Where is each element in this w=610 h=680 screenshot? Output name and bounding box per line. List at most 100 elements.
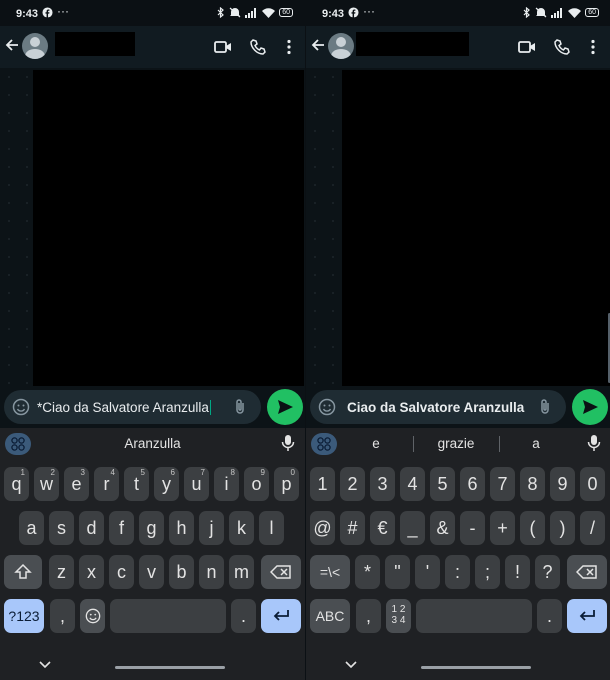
key[interactable]: z (49, 555, 74, 589)
home-indicator[interactable] (115, 666, 225, 669)
key[interactable]: / (580, 511, 605, 545)
key[interactable]: * (355, 555, 380, 589)
key[interactable]: ! (505, 555, 530, 589)
key[interactable]: € (370, 511, 395, 545)
key[interactable]: w2 (34, 467, 59, 501)
abc-key[interactable]: ABC (310, 599, 350, 633)
key[interactable]: f (109, 511, 134, 545)
hide-keyboard-chevron-icon[interactable] (38, 660, 52, 670)
key[interactable]: i8 (214, 467, 239, 501)
period-key[interactable]: . (231, 599, 256, 633)
key[interactable]: " (385, 555, 410, 589)
key[interactable]: 7 (490, 467, 515, 501)
backspace-key[interactable] (261, 555, 301, 589)
more-symbols-key[interactable]: =\< (310, 555, 350, 589)
key[interactable]: - (460, 511, 485, 545)
suggestion-word[interactable]: a (516, 436, 556, 451)
key[interactable]: m (229, 555, 254, 589)
key[interactable]: q1 (4, 467, 29, 501)
key[interactable]: ) (550, 511, 575, 545)
key[interactable]: ' (415, 555, 440, 589)
keyboard-apps-button[interactable] (5, 433, 31, 455)
key[interactable]: # (340, 511, 365, 545)
contact-avatar[interactable] (22, 33, 48, 59)
video-call-icon[interactable] (214, 38, 232, 56)
attachment-clip-icon[interactable] (536, 398, 554, 416)
key[interactable]: 3 (370, 467, 395, 501)
suggestion-word[interactable]: grazie (421, 436, 491, 451)
emoji-key[interactable] (80, 599, 105, 633)
space-bar[interactable] (416, 599, 532, 633)
key[interactable]: + (490, 511, 515, 545)
key[interactable]: : (445, 555, 470, 589)
key[interactable]: 2 (340, 467, 365, 501)
key[interactable]: ( (520, 511, 545, 545)
key[interactable]: v (139, 555, 164, 589)
key[interactable]: g (139, 511, 164, 545)
menu-kebab-icon[interactable] (584, 38, 602, 56)
key[interactable]: t5 (124, 467, 149, 501)
shift-key[interactable] (4, 555, 42, 589)
key[interactable]: a (19, 511, 44, 545)
contact-name-redacted[interactable] (356, 32, 469, 56)
key[interactable]: @ (310, 511, 335, 545)
emoji-icon[interactable] (12, 398, 30, 416)
microphone-icon[interactable] (280, 434, 296, 452)
key[interactable]: x (79, 555, 104, 589)
key[interactable]: p0 (274, 467, 299, 501)
voice-call-icon[interactable] (553, 38, 571, 56)
microphone-icon[interactable] (586, 434, 602, 452)
key[interactable]: d (79, 511, 104, 545)
key[interactable]: 5 (430, 467, 455, 501)
key[interactable]: j (199, 511, 224, 545)
key[interactable]: l (259, 511, 284, 545)
key[interactable]: 6 (460, 467, 485, 501)
emoji-icon[interactable] (318, 398, 336, 416)
attachment-clip-icon[interactable] (231, 398, 249, 416)
redacted-media-message[interactable] (342, 70, 610, 386)
key[interactable]: h (169, 511, 194, 545)
key[interactable]: e3 (64, 467, 89, 501)
contact-name-redacted[interactable] (55, 32, 135, 56)
key[interactable]: 4 (400, 467, 425, 501)
numpad-key[interactable]: 1 2 3 4 (386, 599, 411, 633)
key[interactable]: ; (475, 555, 500, 589)
key[interactable]: 1 (310, 467, 335, 501)
key[interactable]: 8 (520, 467, 545, 501)
key[interactable]: k (229, 511, 254, 545)
comma-key[interactable]: , (356, 599, 381, 633)
space-bar[interactable] (110, 599, 226, 633)
keyboard-apps-button[interactable] (311, 433, 337, 455)
key[interactable]: b (169, 555, 194, 589)
menu-kebab-icon[interactable] (280, 38, 298, 56)
suggestion-word[interactable]: Aranzulla (110, 436, 195, 451)
hide-keyboard-chevron-icon[interactable] (344, 660, 358, 670)
key[interactable]: r4 (94, 467, 119, 501)
key[interactable]: c (109, 555, 134, 589)
key[interactable]: y6 (154, 467, 179, 501)
key[interactable]: _ (400, 511, 425, 545)
period-key[interactable]: . (537, 599, 562, 633)
suggestion-word[interactable]: e (356, 436, 396, 451)
enter-key[interactable] (261, 599, 301, 633)
video-call-icon[interactable] (518, 38, 536, 56)
key[interactable]: 0 (580, 467, 605, 501)
key[interactable]: u7 (184, 467, 209, 501)
message-input[interactable]: *Ciao da Salvatore Aranzulla (4, 390, 261, 424)
contact-avatar[interactable] (328, 33, 354, 59)
home-indicator[interactable] (421, 666, 531, 669)
redacted-media-message[interactable] (33, 70, 304, 386)
send-button[interactable] (267, 389, 303, 425)
back-arrow-icon[interactable] (4, 37, 20, 53)
backspace-key[interactable] (567, 555, 607, 589)
message-input[interactable]: Ciao da Salvatore Aranzulla (310, 390, 566, 424)
symbols-key[interactable]: ?123 (4, 599, 44, 633)
comma-key[interactable]: , (50, 599, 75, 633)
key[interactable]: & (430, 511, 455, 545)
enter-key[interactable] (567, 599, 607, 633)
key[interactable]: s (49, 511, 74, 545)
key[interactable]: ? (535, 555, 560, 589)
back-arrow-icon[interactable] (310, 37, 326, 53)
send-button[interactable] (572, 389, 608, 425)
voice-call-icon[interactable] (249, 38, 267, 56)
